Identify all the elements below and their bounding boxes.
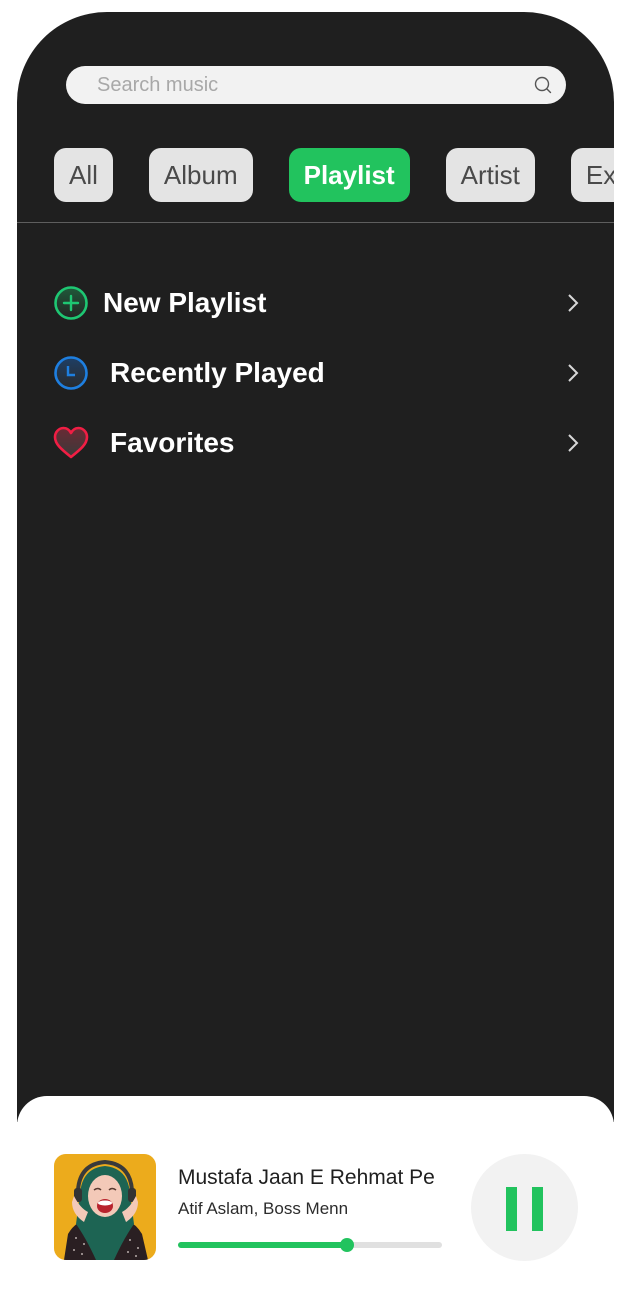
playlist-menu: New Playlist Recently Played Favorites [53, 268, 580, 478]
chevron-right-icon [568, 364, 579, 382]
album-art[interactable] [54, 1154, 156, 1260]
menu-label: Favorites [110, 427, 235, 458]
chip-ex[interactable]: Ex [570, 148, 614, 202]
search-icon[interactable] [534, 76, 552, 94]
divider [17, 222, 614, 223]
progress-slider[interactable] [178, 1238, 442, 1252]
heart-icon [53, 426, 89, 459]
app-screen: All Album Playlist Artist Ex New Playlis… [17, 12, 614, 1122]
search-input[interactable] [95, 72, 519, 98]
menu-item-favorites[interactable]: Favorites [53, 408, 580, 478]
chip-artist[interactable]: Artist [445, 148, 535, 202]
chevron-right-icon [568, 294, 579, 312]
menu-item-new-playlist[interactable]: New Playlist [53, 268, 580, 338]
album-art-image [54, 1154, 156, 1260]
chip-all[interactable]: All [54, 148, 113, 202]
progress-fill [178, 1242, 347, 1248]
track-artist: Atif Aslam, Boss Menn [178, 1199, 349, 1218]
progress-thumb[interactable] [339, 1238, 354, 1252]
pause-button[interactable] [471, 1154, 578, 1261]
search-bar[interactable] [66, 66, 566, 104]
pause-icon [532, 1187, 543, 1231]
chip-playlist[interactable]: Playlist [288, 148, 410, 202]
chevron-right-icon [568, 434, 579, 452]
menu-label: New Playlist [103, 287, 267, 318]
track-title: Mustafa Jaan E Rehmat Pe [178, 1166, 435, 1189]
chip-album[interactable]: Album [148, 148, 253, 202]
clock-icon [54, 356, 88, 390]
menu-item-recently-played[interactable]: Recently Played [53, 338, 580, 408]
menu-label: Recently Played [110, 357, 325, 388]
plus-circle-icon [54, 286, 88, 320]
filter-chips: All Album Playlist Artist Ex [54, 148, 614, 202]
pause-icon [506, 1187, 517, 1231]
now-playing-bar: Mustafa Jaan E Rehmat Pe Atif Aslam, Bos… [17, 1096, 614, 1300]
